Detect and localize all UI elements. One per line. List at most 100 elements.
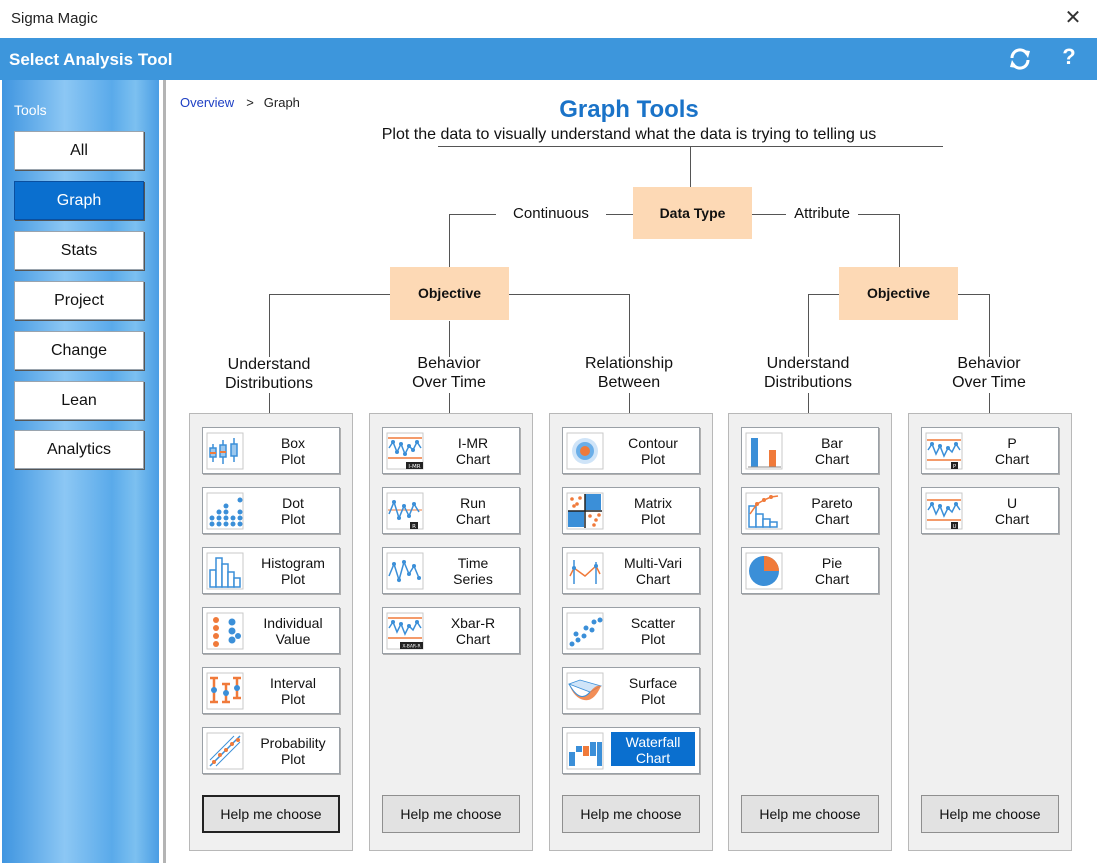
window-titlebar: Sigma Magic ✕	[0, 0, 1097, 38]
box-plot-icon	[206, 432, 244, 470]
tool-histogram[interactable]: Histogram Plot	[202, 547, 340, 594]
tool-waterfall-chart[interactable]: Waterfall Chart	[562, 727, 700, 774]
dot-plot-icon	[206, 492, 244, 530]
connector-line	[449, 214, 450, 267]
connector-line	[808, 393, 809, 413]
tool-surface-plot[interactable]: Surface Plot	[562, 667, 700, 714]
bar-chart-icon	[745, 432, 783, 470]
histogram-icon	[206, 552, 244, 590]
xbar-r-chart-icon: X-BAR-R	[386, 612, 424, 650]
page-subtitle: Plot the data to visually understand wha…	[381, 126, 877, 143]
connector-line	[449, 393, 450, 413]
data-type-box: Data Type	[633, 187, 752, 239]
sidebar-item-analytics[interactable]: Analytics	[14, 430, 144, 469]
sidebar-item-project[interactable]: Project	[14, 281, 144, 320]
scatter-plot-icon	[566, 612, 604, 650]
tool-interval-plot[interactable]: Interval Plot	[202, 667, 340, 714]
tool-pie-chart[interactable]: Pie Chart	[741, 547, 879, 594]
tool-pareto-chart[interactable]: Pareto Chart	[741, 487, 879, 534]
objective-box-right: Objective	[839, 267, 958, 320]
svg-text:R: R	[412, 524, 416, 530]
probability-plot-icon	[206, 732, 244, 770]
close-icon[interactable]: ✕	[1063, 6, 1083, 30]
contour-plot-icon	[566, 432, 604, 470]
panel-relationship: Contour Plot Matrix Plot Multi-Vari Chart S…	[549, 413, 713, 851]
dialog-header: Select Analysis Tool ?	[0, 38, 1097, 80]
connector-line	[989, 294, 990, 357]
help-me-choose-button[interactable]: Help me choose	[202, 795, 340, 833]
tool-box-plot[interactable]: Box Plot	[202, 427, 340, 474]
connector-line	[808, 294, 839, 295]
help-me-choose-button[interactable]: Help me choose	[741, 795, 879, 833]
tool-u-chart[interactable]: U U Chart	[921, 487, 1059, 534]
dialog-title: Select Analysis Tool	[9, 50, 173, 69]
connector-line	[629, 294, 630, 357]
panel-attribute-behavior: P P Chart U U Chart Help me choose	[908, 413, 1072, 851]
tool-time-series[interactable]: Time Series	[382, 547, 520, 594]
category-label: Relationship Between	[584, 355, 674, 391]
tool-bar-chart[interactable]: Bar Chart	[741, 427, 879, 474]
tools-sidebar: Tools All Graph Stats Project Change Lea…	[2, 80, 159, 863]
run-chart-icon: R	[386, 492, 424, 530]
sidebar-item-lean[interactable]: Lean	[14, 381, 144, 420]
category-label: Behavior Over Time	[412, 355, 486, 391]
attribute-label: Attribute	[786, 205, 858, 225]
connector-line	[509, 294, 630, 295]
u-chart-icon: U	[925, 492, 963, 530]
tool-individual-value[interactable]: Individual Value	[202, 607, 340, 654]
tool-matrix-plot[interactable]: Matrix Plot	[562, 487, 700, 534]
continuous-label: Continuous	[496, 205, 606, 225]
svg-text:U: U	[952, 524, 956, 530]
p-chart-icon: P	[925, 432, 963, 470]
category-label: Understand Distributions	[224, 356, 314, 392]
panel-continuous-distributions: Box Plot Dot Plot Histogram Plot Individual…	[189, 413, 353, 851]
tool-dot-plot[interactable]: Dot Plot	[202, 487, 340, 534]
svg-text:I-MR: I-MR	[408, 464, 420, 470]
sidebar-item-change[interactable]: Change	[14, 331, 144, 370]
category-label: Behavior Over Time	[952, 355, 1026, 391]
imr-chart-icon: I-MR	[386, 432, 424, 470]
surface-plot-icon	[566, 672, 604, 710]
interval-plot-icon	[206, 672, 244, 710]
connector-line	[269, 393, 270, 413]
sidebar-item-graph[interactable]: Graph	[14, 181, 144, 220]
pareto-chart-icon	[745, 492, 783, 530]
tool-probability-plot[interactable]: Probability Plot	[202, 727, 340, 774]
tool-scatter-plot[interactable]: Scatter Plot	[562, 607, 700, 654]
multi-vari-icon	[566, 552, 604, 590]
help-me-choose-button[interactable]: Help me choose	[382, 795, 520, 833]
tool-p-chart[interactable]: P P Chart	[921, 427, 1059, 474]
page-title: Graph Tools	[559, 96, 699, 123]
connector-line	[629, 393, 630, 413]
connector-line	[449, 321, 450, 357]
main-content: Overview > Graph Graph Tools Plot the data…	[163, 80, 1092, 863]
tool-contour-plot[interactable]: Contour Plot	[562, 427, 700, 474]
connector-line	[958, 294, 989, 295]
window-title: Sigma Magic	[11, 10, 98, 27]
sidebar-item-all[interactable]: All	[14, 131, 144, 170]
tool-multi-vari-chart[interactable]: Multi-Vari Chart	[562, 547, 700, 594]
objective-box-left: Objective	[390, 267, 509, 320]
waterfall-chart-icon	[566, 732, 604, 770]
connector-line	[269, 294, 270, 357]
help-me-choose-button[interactable]: Help me choose	[921, 795, 1059, 833]
connector-line	[989, 393, 990, 413]
sidebar-label: Tools	[14, 102, 47, 118]
tool-imr-chart[interactable]: I-MR I-MR Chart	[382, 427, 520, 474]
tool-xbar-r-chart[interactable]: X-BAR-R Xbar-R Chart	[382, 607, 520, 654]
panel-continuous-behavior: I-MR I-MR Chart R Run Chart Time Series X-B…	[369, 413, 533, 851]
refresh-icon[interactable]	[1006, 45, 1034, 73]
connector-line	[808, 294, 809, 357]
connector-line	[269, 294, 390, 295]
connector-line	[899, 214, 900, 267]
matrix-plot-icon	[566, 492, 604, 530]
time-series-icon	[386, 552, 424, 590]
tool-run-chart[interactable]: R Run Chart	[382, 487, 520, 534]
svg-text:X-BAR-R: X-BAR-R	[402, 644, 420, 650]
help-icon[interactable]: ?	[1058, 44, 1080, 72]
connector-line	[690, 146, 691, 187]
sidebar-item-stats[interactable]: Stats	[14, 231, 144, 270]
help-me-choose-button[interactable]: Help me choose	[562, 795, 700, 833]
pie-chart-icon	[745, 552, 783, 590]
category-label: Understand Distributions	[763, 355, 853, 391]
